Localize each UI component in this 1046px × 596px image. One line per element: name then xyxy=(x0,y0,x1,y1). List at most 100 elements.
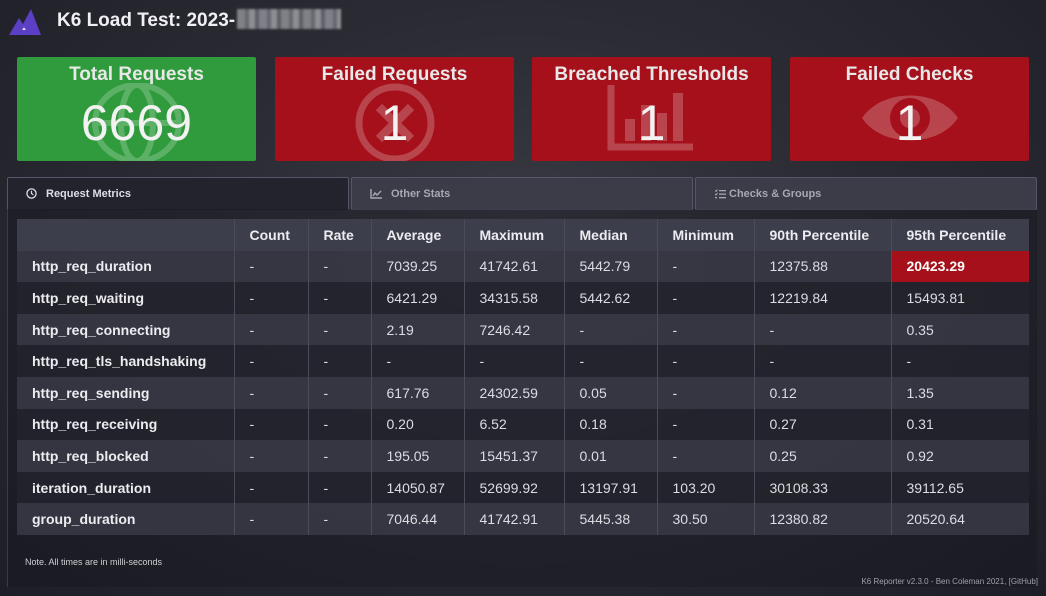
table-cell: 6.52 xyxy=(464,408,565,441)
metric-name: http_req_tls_handshaking xyxy=(17,345,235,377)
table-cell: 1.35 xyxy=(891,376,1029,409)
table-cell: 34315.58 xyxy=(464,282,565,314)
column-header: Maximum xyxy=(464,219,565,251)
column-header: Minimum xyxy=(657,219,755,251)
table-cell: 20520.64 xyxy=(891,503,1029,535)
table-cell: - xyxy=(234,282,309,314)
column-header: 90th Percentile xyxy=(754,219,892,251)
failed-requests-card: Failed Requests 1 xyxy=(275,57,514,161)
table-cell: - xyxy=(371,345,465,377)
tab-checks-groups[interactable]: Checks & Groups xyxy=(695,177,1037,210)
table-row: group_duration - -7046.44 41742.91 5445.38 30… xyxy=(17,503,1029,535)
table-cell: - xyxy=(308,440,372,472)
card-title: Failed Requests xyxy=(321,64,468,85)
breached-thresholds-card: Breached Thresholds 1 xyxy=(532,57,771,161)
table-cell: - xyxy=(308,313,372,346)
table-row: http_req_sending - -617.76 24302.59 0.05-0.1… xyxy=(17,376,1029,409)
table-cell: - xyxy=(754,313,892,346)
column-header: Count xyxy=(234,219,309,251)
table-cell: 103.20 xyxy=(657,471,755,504)
table-cell: 2.19 xyxy=(371,313,465,346)
table-row: http_req_tls_handshaking - - - - - - - - xyxy=(17,345,1029,377)
table-row: http_req_duration - -7039.25 41742.61 5442.7… xyxy=(17,250,1029,283)
k6-logo-icon xyxy=(9,9,41,35)
card-value: 1 xyxy=(380,95,409,151)
table-cell: 0.31 xyxy=(891,408,1029,441)
table-cell: - xyxy=(564,313,658,346)
table-cell: 0.01 xyxy=(564,440,658,472)
list-check-icon xyxy=(715,188,726,199)
metric-name: http_req_receiving xyxy=(17,408,235,441)
table-cell: 617.76 xyxy=(371,376,465,409)
metric-name: http_req_duration xyxy=(17,250,235,283)
table-cell: 0.25 xyxy=(754,440,892,472)
table-cell: 5445.38 xyxy=(564,503,658,535)
footer-credit: K6 Reporter v2.3.0 - Ben Coleman 2021, [… xyxy=(861,577,1038,586)
tab-label: Request Metrics xyxy=(46,187,131,200)
table-cell: - xyxy=(234,408,309,441)
table-cell: 0.92 xyxy=(891,440,1029,472)
table-cell: - xyxy=(308,345,372,377)
table-cell: 12375.88 xyxy=(754,250,892,283)
table-cell: - xyxy=(657,282,755,314)
tab-label: Checks & Groups xyxy=(729,187,822,200)
table-cell: 7039.25 xyxy=(371,250,465,283)
table-cell: 30.50 xyxy=(657,503,755,535)
metric-name: http_req_connecting xyxy=(17,313,235,346)
table-cell: 13197.91 xyxy=(564,471,658,504)
table-cell: - xyxy=(234,376,309,409)
table-cell: 5442.79 xyxy=(564,250,658,283)
table-cell: - xyxy=(657,408,755,441)
column-header: Rate xyxy=(308,219,372,251)
table-cell: 41742.91 xyxy=(464,503,565,535)
table-cell: - xyxy=(234,503,309,535)
table-cell: - xyxy=(657,345,755,377)
table-cell: 30108.33 xyxy=(754,471,892,504)
card-title: Breached Thresholds xyxy=(554,64,749,85)
table-cell: 12380.82 xyxy=(754,503,892,535)
table-cell: - xyxy=(657,313,755,346)
table-cell: - xyxy=(234,440,309,472)
table-cell: - xyxy=(308,471,372,504)
table-row: http_req_waiting - -6421.29 34315.58 5442.62… xyxy=(17,282,1029,314)
tab-request-metrics[interactable]: Request Metrics xyxy=(7,177,349,210)
table-cell: 5442.62 xyxy=(564,282,658,314)
card-value: 1 xyxy=(895,95,924,151)
metric-name: group_duration xyxy=(17,503,235,535)
total-requests-card: Total Requests 6669 xyxy=(17,57,256,161)
table-cell: - xyxy=(234,471,309,504)
table-cell: 14050.87 xyxy=(371,471,465,504)
redacted-date xyxy=(237,9,342,29)
table-cell: 0.12 xyxy=(754,376,892,409)
table-cell: - xyxy=(308,376,372,409)
table-cell: 15451.37 xyxy=(464,440,565,472)
table-cell: 0.35 xyxy=(891,313,1029,346)
table-cell: 24302.59 xyxy=(464,376,565,409)
table-row: http_req_connecting - -2.19 7246.42- - -0.35 xyxy=(17,313,1029,346)
card-title: Total Requests xyxy=(69,64,204,85)
table-cell: - xyxy=(308,503,372,535)
column-header: Median xyxy=(564,219,658,251)
column-header: Average xyxy=(371,219,465,251)
table-cell: 7046.44 xyxy=(371,503,465,535)
table-cell: 0.18 xyxy=(564,408,658,441)
table-cell: 195.05 xyxy=(371,440,465,472)
column-header: 95th Percentile xyxy=(891,219,1029,251)
card-value: 1 xyxy=(637,95,666,151)
table-cell: 7246.42 xyxy=(464,313,565,346)
line-chart-icon xyxy=(370,188,382,199)
card-value: 6669 xyxy=(80,95,193,151)
table-cell: 39112.65 xyxy=(891,471,1029,504)
table-cell: 0.20 xyxy=(371,408,465,441)
card-title: Failed Checks xyxy=(845,64,974,85)
table-cell: - xyxy=(754,345,892,377)
table-cell: - xyxy=(657,376,755,409)
tab-other-stats[interactable]: Other Stats xyxy=(351,177,693,210)
table-cell: - xyxy=(657,440,755,472)
metric-name: http_req_waiting xyxy=(17,282,235,314)
table-cell: - xyxy=(657,250,755,283)
table-header-row: Count Rate Average Maximum Median Minimu… xyxy=(17,219,1029,251)
breached-threshold-cell: 20423.29 xyxy=(891,250,1029,283)
table-cell: - xyxy=(308,282,372,314)
metric-name: http_req_blocked xyxy=(17,440,235,472)
